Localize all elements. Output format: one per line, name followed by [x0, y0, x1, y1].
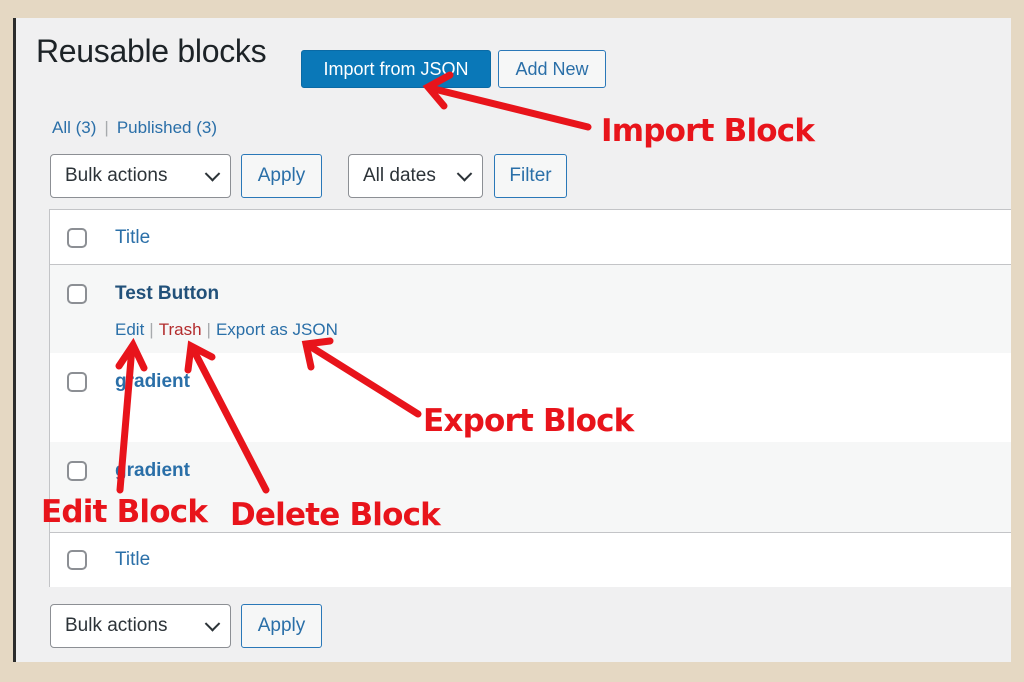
delete-block-annotation: Delete Block — [230, 497, 441, 533]
delete-arrow — [184, 340, 270, 494]
export-block-annotation: Export Block — [423, 403, 634, 439]
import-block-annotation: Import Block — [601, 113, 815, 149]
edit-block-annotation: Edit Block — [41, 494, 208, 530]
annotation-arrows — [115, 71, 592, 494]
export-arrow — [301, 337, 422, 418]
edit-arrow — [115, 337, 148, 494]
import-arrow — [422, 71, 592, 131]
